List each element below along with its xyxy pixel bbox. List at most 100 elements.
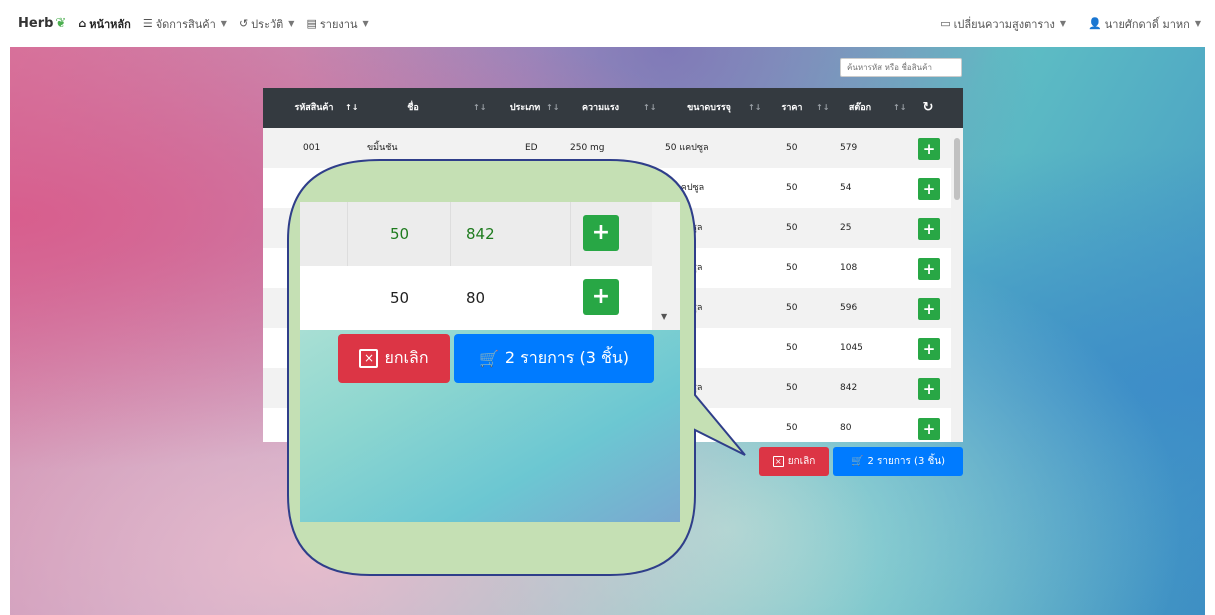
- sort-icon[interactable]: ↑↓: [748, 88, 761, 128]
- cell-pack: ปซูล: [685, 303, 703, 313]
- add-to-cart-button[interactable]: +: [918, 298, 940, 320]
- cell-price: 50: [786, 183, 798, 193]
- zoom-row: 50 80 +: [300, 266, 652, 330]
- history-icon: ↺: [238, 17, 249, 30]
- user-icon: 👤: [1088, 17, 1102, 30]
- add-to-cart-button[interactable]: +: [918, 338, 940, 360]
- cell-price: 50: [786, 223, 798, 233]
- home-icon: ⌂: [78, 17, 87, 30]
- zoom-cell-stock: 80: [466, 289, 486, 307]
- caret-down-icon: ▼: [1194, 19, 1201, 28]
- scrollbar-thumb[interactable]: [954, 138, 960, 200]
- sort-icon[interactable]: ↑↓: [643, 88, 656, 128]
- window-icon: ▭: [940, 17, 951, 30]
- cell-price: 50: [786, 343, 798, 353]
- nav-item-label: หน้าหลัก: [89, 17, 131, 31]
- cell-stock: 596: [840, 303, 858, 313]
- cart-icon: 🛒: [478, 349, 499, 368]
- add-to-cart-button[interactable]: +: [918, 378, 940, 400]
- zoom-cart-label: 2 รายการ (3 ชิ้น): [504, 348, 630, 367]
- navbar-right: ▭ เปลี่ยนความสูงตาราง ▼ 👤 นายศักดาดิ์ มา…: [928, 15, 1201, 33]
- cancel-button[interactable]: × ยกเลิก: [759, 447, 829, 476]
- cell-stock: 54: [840, 183, 852, 193]
- cell-type: ED: [525, 143, 538, 153]
- zoom-row: 50 842 +: [300, 202, 652, 330]
- add-to-cart-button[interactable]: +: [918, 218, 940, 240]
- cell-price: 50: [786, 383, 798, 393]
- zoom-cancel-button[interactable]: × ยกเลิก: [338, 334, 450, 383]
- zoom-cart-button[interactable]: 🛒 2 รายการ (3 ชิ้น): [454, 334, 654, 383]
- col-header-price[interactable]: ราคา: [768, 88, 816, 128]
- sort-asc-icon[interactable]: ↑↓: [345, 88, 358, 128]
- search-input[interactable]: ค้นหารหัส หรือ ชื่อสินค้า: [840, 58, 962, 77]
- caret-down-icon: ▼: [1059, 19, 1067, 28]
- close-box-icon: ×: [772, 456, 784, 467]
- zoom-cancel-label: ยกเลิก: [384, 348, 429, 367]
- nav-item-label: ประวัติ: [251, 17, 284, 31]
- col-header-strength[interactable]: ความแรง: [563, 88, 638, 128]
- col-header-stock[interactable]: สต๊อก: [835, 88, 885, 128]
- zoom-cell-price: 50: [390, 225, 410, 243]
- add-to-cart-button[interactable]: +: [583, 215, 619, 251]
- scroll-down-icon[interactable]: ▼: [661, 312, 667, 321]
- nav-item-label: รายงาน: [319, 17, 358, 31]
- report-icon: ▤: [306, 17, 317, 30]
- refresh-icon[interactable]: ↻: [915, 88, 941, 128]
- col-header-pack[interactable]: ขนาดบรรจุ: [663, 88, 755, 128]
- sort-icon[interactable]: ↑↓: [893, 88, 906, 128]
- cart-label: 2 รายการ (3 ชิ้น): [867, 456, 946, 467]
- user-name: นายศักดาดิ์ มาหก: [1104, 17, 1190, 31]
- cart-icon: 🛒: [850, 456, 864, 467]
- cell-pack: ปซูล: [685, 383, 703, 393]
- cell-code: 001: [303, 143, 321, 153]
- cell-stock: 842: [840, 383, 858, 393]
- brand-name: Herb: [18, 16, 54, 31]
- table-scrollbar[interactable]: [951, 128, 963, 442]
- caret-down-icon: ▼: [220, 19, 227, 28]
- caret-down-icon: ▼: [288, 19, 295, 28]
- cell-pack: ปซูล: [685, 223, 703, 233]
- cell-stock: 25: [840, 223, 852, 233]
- cell-strength: 250 mg: [570, 143, 605, 153]
- brand-logo[interactable]: Herb ❦: [18, 16, 66, 31]
- cell-price: 50: [786, 263, 798, 273]
- top-navbar: Herb ❦ ⌂ หน้าหลัก ☰ จัดการสินค้า ▼ ↺ ประ…: [0, 0, 1215, 47]
- zoom-cell-stock: 842: [466, 225, 495, 243]
- col-header-name[interactable]: ชื่อ: [373, 88, 453, 128]
- list-icon: ☰: [142, 17, 153, 30]
- sort-icon[interactable]: ↑↓: [816, 88, 829, 128]
- table-row: 001 ขมิ้นชัน ED 250 mg 50 แคปซูล 50 579 …: [263, 128, 951, 168]
- add-to-cart-button[interactable]: +: [918, 178, 940, 200]
- nav-item-home[interactable]: ⌂ หน้าหลัก: [78, 15, 130, 33]
- cell-pack: ปซูล: [685, 263, 703, 273]
- add-to-cart-button[interactable]: +: [918, 138, 940, 160]
- cell-stock: 80: [840, 423, 852, 433]
- cell-stock: 579: [840, 143, 858, 153]
- row-height-label: เปลี่ยนความสูงตาราง: [953, 17, 1055, 31]
- close-box-icon: ×: [359, 349, 379, 368]
- add-to-cart-button[interactable]: +: [583, 279, 619, 315]
- sort-icon[interactable]: ↑↓: [546, 88, 559, 128]
- cell-price: 50: [786, 423, 798, 433]
- cart-button[interactable]: 🛒 2 รายการ (3 ชิ้น): [833, 447, 963, 476]
- cancel-label: ยกเลิก: [787, 456, 816, 467]
- zoom-panel: 50 842 + 50 80 + ▼ × ยกเลิก 🛒 2 รายการ (…: [300, 202, 680, 522]
- cell-name: ขมิ้นชัน: [367, 143, 398, 153]
- row-height-menu[interactable]: ▭ เปลี่ยนความสูงตาราง ▼: [940, 15, 1066, 33]
- table-header: รหัสสินค้า ↑↓ ชื่อ ↑↓ ประเภท ↑↓ ความแรง …: [263, 88, 963, 128]
- user-menu[interactable]: 👤 นายศักดาดิ์ มาหก ▼: [1088, 15, 1201, 33]
- nav-item-history[interactable]: ↺ ประวัติ ▼: [239, 15, 295, 33]
- add-to-cart-button[interactable]: +: [918, 418, 940, 440]
- sort-icon[interactable]: ↑↓: [473, 88, 486, 128]
- cell-pack: 50 แคปซูล: [665, 143, 709, 153]
- add-to-cart-button[interactable]: +: [918, 258, 940, 280]
- cell-stock: 1045: [840, 343, 863, 353]
- cell-price: 50: [786, 143, 798, 153]
- col-header-code[interactable]: รหัสสินค้า: [275, 88, 353, 128]
- zoom-scrollbar[interactable]: ▼: [652, 202, 680, 330]
- nav-item-reports[interactable]: ▤ รายงาน ▼: [306, 15, 368, 33]
- nav-item-manage-products[interactable]: ☰ จัดการสินค้า ▼: [143, 15, 227, 33]
- caret-down-icon: ▼: [362, 19, 369, 28]
- cell-stock: 108: [840, 263, 858, 273]
- nav-item-label: จัดการสินค้า: [155, 17, 216, 31]
